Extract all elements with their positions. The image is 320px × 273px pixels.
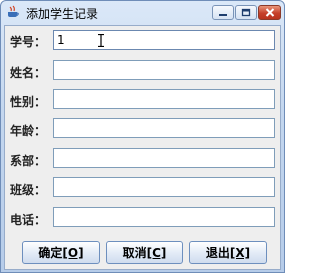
close-button[interactable] xyxy=(258,5,281,20)
confirm-mnemonic: [O] xyxy=(62,246,84,260)
department-label: 系部： xyxy=(10,154,47,168)
name-label: 姓名： xyxy=(10,66,47,80)
minimize-icon xyxy=(219,13,227,16)
close-icon xyxy=(265,8,274,17)
java-cup-icon xyxy=(8,5,19,17)
phone-label: 电话： xyxy=(10,213,47,227)
exit-mnemonic: [X] xyxy=(229,246,251,260)
gender-input[interactable] xyxy=(53,89,275,109)
class-input[interactable] xyxy=(53,177,275,197)
minimize-button[interactable] xyxy=(212,5,234,20)
title-bar[interactable]: 添加学生记录 xyxy=(1,1,284,25)
student-id-label: 学号： xyxy=(10,35,47,49)
exit-button-label: 退出 xyxy=(205,246,230,260)
exit-button[interactable]: 退出[X] xyxy=(189,241,267,264)
gender-label: 性别： xyxy=(10,95,47,109)
department-input[interactable] xyxy=(53,148,275,168)
age-label: 年龄： xyxy=(10,124,47,138)
cancel-button-label: 取消 xyxy=(122,246,147,260)
form-panel: 学号： 姓名： 性别： 年龄： 系部： 班级： 电话： 确定[O] 取消[C] … xyxy=(4,25,281,270)
age-input[interactable] xyxy=(53,118,275,138)
name-input[interactable] xyxy=(53,60,275,80)
maximize-button[interactable] xyxy=(235,5,257,20)
cancel-button[interactable]: 取消[C] xyxy=(106,241,183,264)
text-cursor-icon xyxy=(98,34,104,47)
maximize-icon xyxy=(241,8,251,17)
class-label: 班级： xyxy=(10,183,47,197)
confirm-button-label: 确定 xyxy=(38,246,63,260)
cancel-mnemonic: [C] xyxy=(146,246,167,260)
phone-input[interactable] xyxy=(53,207,275,227)
window-title: 添加学生记录 xyxy=(26,7,99,21)
student-id-input[interactable] xyxy=(53,30,275,50)
confirm-button[interactable]: 确定[O] xyxy=(22,241,100,264)
dialog-window: 添加学生记录 学号： 姓名： 性别： 年龄： 系 xyxy=(0,0,285,273)
